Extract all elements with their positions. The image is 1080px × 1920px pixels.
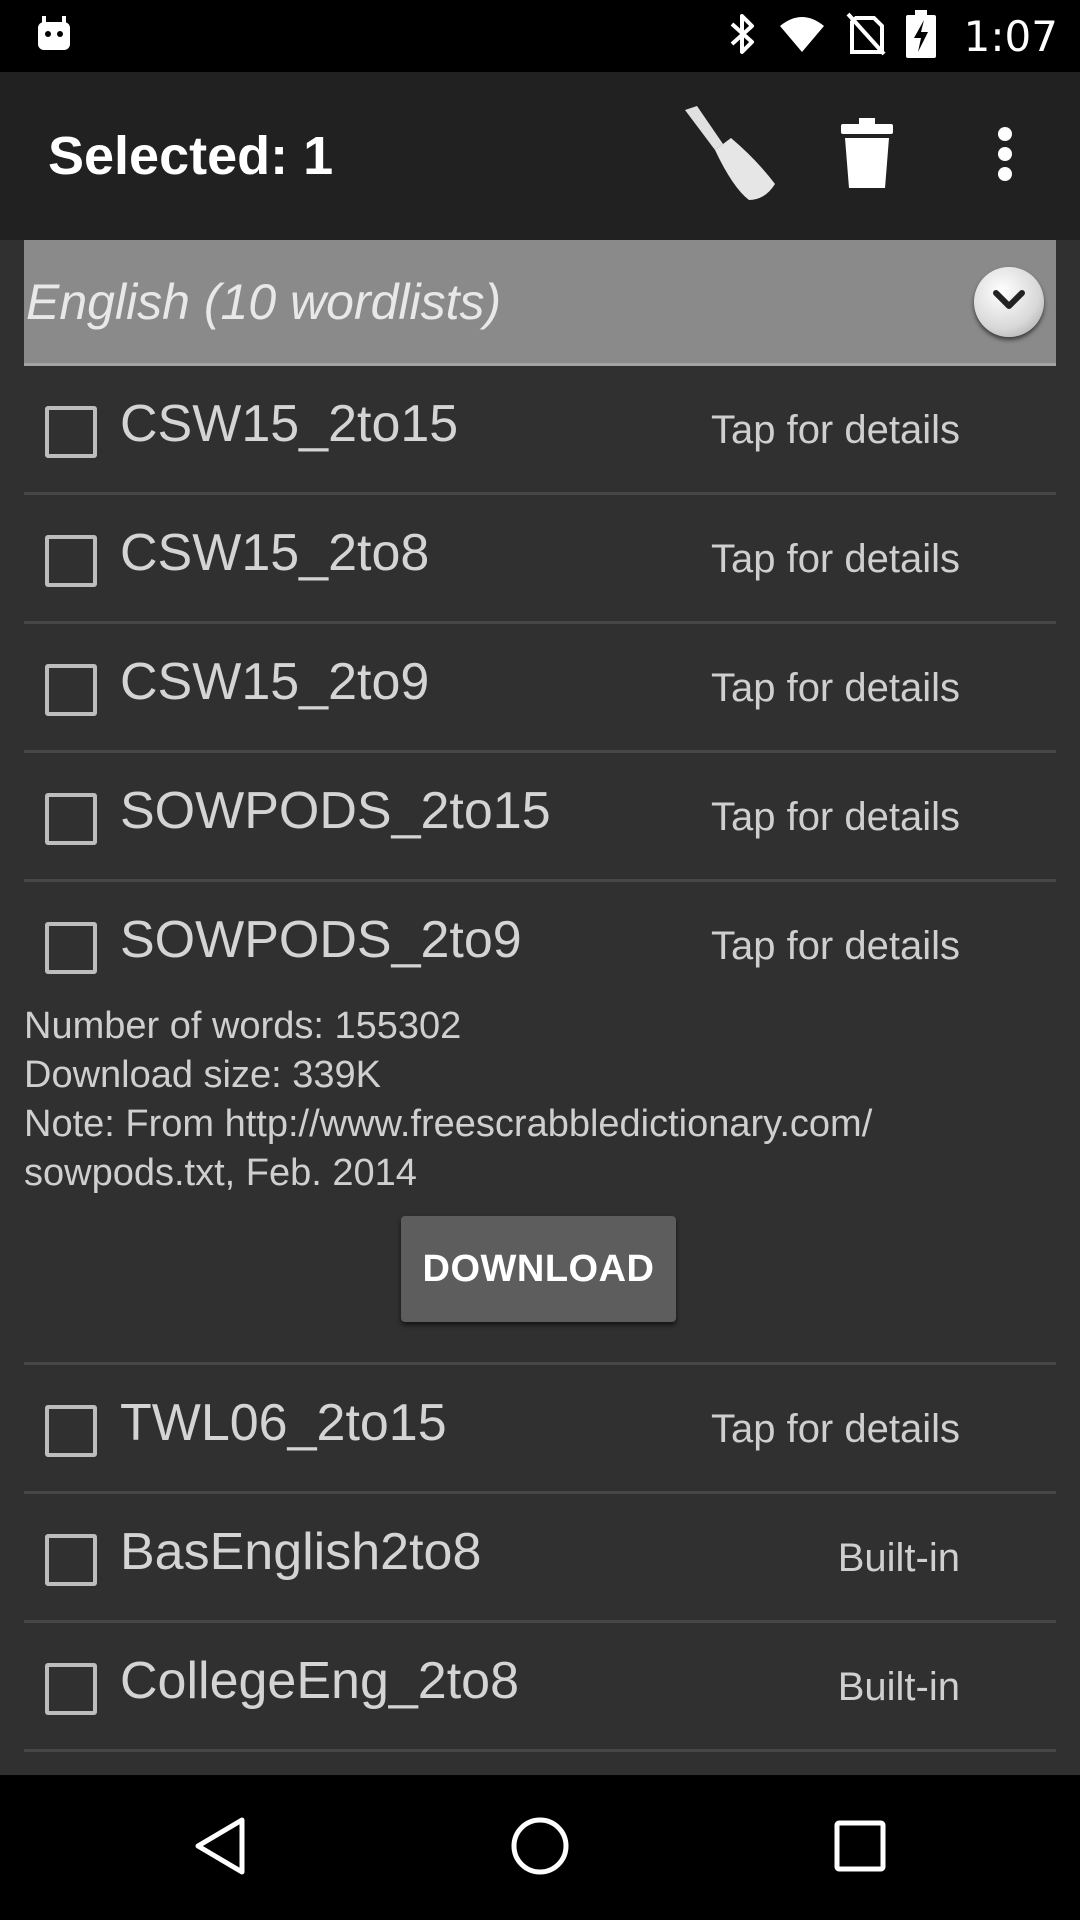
wordlist-name: CollegeEng_2to8 xyxy=(120,1652,519,1710)
no-sim-icon xyxy=(846,12,886,60)
wordlist-checkbox[interactable] xyxy=(45,1534,97,1586)
wordlist-status[interactable]: Tap for details xyxy=(711,408,960,453)
trash-icon xyxy=(839,118,895,194)
status-bar: 1:07 xyxy=(0,0,1080,72)
wordlist-checkbox[interactable] xyxy=(45,535,97,587)
navigation-bar xyxy=(0,1775,1080,1920)
home-icon xyxy=(510,1816,570,1880)
recents-button[interactable] xyxy=(800,1788,920,1908)
selection-title: Selected: 1 xyxy=(48,126,334,186)
bluetooth-icon xyxy=(726,12,758,60)
list-item[interactable]: CSW15_2to15 Tap for details xyxy=(24,366,1056,495)
recents-icon xyxy=(833,1819,887,1877)
list-item[interactable]: BasEnglish2to8 Built-in xyxy=(24,1494,1056,1623)
group-title: English (10 wordlists) xyxy=(26,273,502,330)
wordlist-checkbox[interactable] xyxy=(45,1405,97,1457)
wordlist-checkbox[interactable] xyxy=(45,793,97,845)
group-header[interactable]: English (10 wordlists) xyxy=(24,240,1056,366)
wifi-icon xyxy=(778,14,826,58)
list-item[interactable]: CollegeEng_2to8 Built-in xyxy=(24,1623,1056,1752)
home-button[interactable] xyxy=(480,1788,600,1908)
action-bar: Selected: 1 xyxy=(0,72,1080,240)
wordlist-status: Built-in xyxy=(837,1536,960,1580)
list-item[interactable]: TWL06_2to15 Tap for details xyxy=(24,1365,1056,1494)
wordlist-content: English (10 wordlists) CSW15_2to15 Tap f… xyxy=(0,240,1080,1775)
wordlist-name: SOWPODS_2to15 xyxy=(120,782,551,840)
wordlist-status[interactable]: Tap for details xyxy=(711,1407,960,1452)
wordlist-name: CSW15_2to8 xyxy=(120,524,430,582)
wordlist-name: CSW15_2to15 xyxy=(120,395,459,453)
wordlist-status: Built-in xyxy=(837,1665,960,1709)
delete-button[interactable] xyxy=(812,101,922,211)
back-button[interactable] xyxy=(160,1788,280,1908)
wordlist-status[interactable]: Tap for details xyxy=(711,924,960,969)
download-button[interactable]: DOWNLOAD xyxy=(401,1216,676,1322)
wordlist-name: SOWPODS_2to9 xyxy=(120,911,522,969)
chevron-down-icon xyxy=(992,288,1026,316)
word-count: Number of words: 155302 xyxy=(24,1005,462,1047)
wordlist-name: CSW15_2to9 xyxy=(120,653,430,711)
wordlist-status[interactable]: Tap for details xyxy=(711,666,960,711)
list-item[interactable]: CSW15_2to8 Tap for details xyxy=(24,495,1056,624)
wordlist-status[interactable]: Tap for details xyxy=(711,795,960,840)
overflow-menu-icon xyxy=(995,126,1015,186)
wordlist-name: TWL06_2to15 xyxy=(120,1394,447,1452)
collapse-group-button[interactable] xyxy=(974,266,1044,337)
clear-selection-button[interactable] xyxy=(674,101,784,211)
wordlist-status[interactable]: Tap for details xyxy=(711,537,960,582)
wordlist-checkbox[interactable] xyxy=(45,1663,97,1715)
wordlist-checkbox[interactable] xyxy=(45,664,97,716)
back-icon xyxy=(192,1816,248,1880)
wordlist-checkbox[interactable] xyxy=(45,406,97,458)
list-item[interactable]: CSW15_2to9 Tap for details xyxy=(24,624,1056,753)
wordlist-list: CSW15_2to15 Tap for details CSW15_2to8 T… xyxy=(0,366,1080,1752)
list-item-expanded[interactable]: SOWPODS_2to9 Tap for details Number of w… xyxy=(24,882,1056,1365)
download-size: Download size: 339K xyxy=(24,1054,381,1096)
overflow-menu-button[interactable] xyxy=(950,101,1060,211)
list-item[interactable]: SOWPODS_2to15 Tap for details xyxy=(24,753,1056,882)
wordlist-checkbox[interactable] xyxy=(45,922,97,974)
note-line-2: sowpods.txt, Feb. 2014 xyxy=(24,1152,417,1194)
battery-charging-icon xyxy=(905,10,936,62)
clock: 1:07 xyxy=(963,11,1058,61)
android-icon xyxy=(36,16,72,56)
note-line-1: Note: From http://www.freescrabbledictio… xyxy=(24,1103,873,1145)
wordlist-name: BasEnglish2to8 xyxy=(120,1523,482,1581)
wordlist-details: Number of words: 155302 Download size: 3… xyxy=(24,1002,1024,1198)
broom-icon xyxy=(679,104,779,208)
